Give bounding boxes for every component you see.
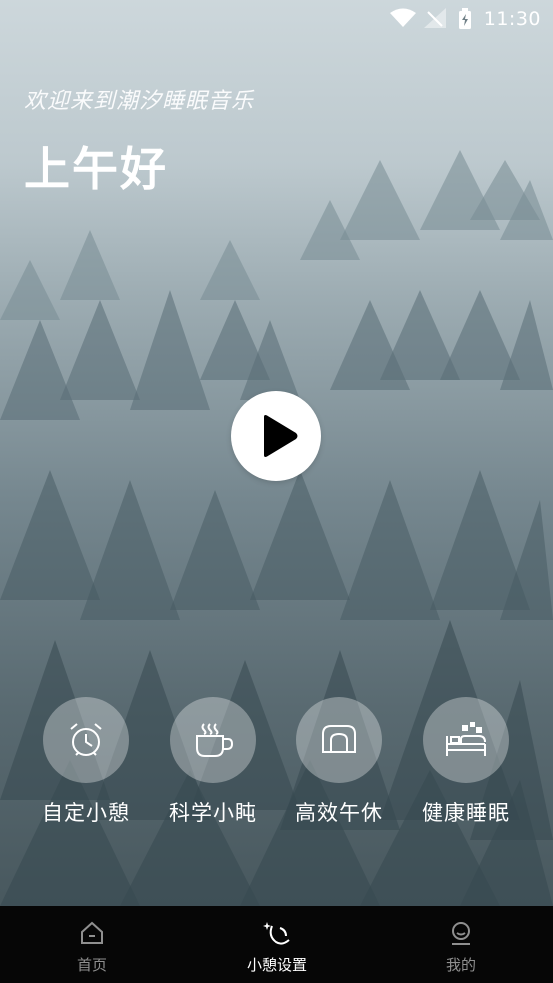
wifi-icon bbox=[390, 8, 416, 32]
feature-label: 科学小盹 bbox=[169, 801, 257, 825]
tab-profile[interactable]: 我的 bbox=[391, 906, 531, 983]
status-time: 11:30 bbox=[483, 8, 541, 30]
profile-icon bbox=[452, 922, 470, 945]
feature-label: 自定小憩 bbox=[42, 801, 130, 825]
no-signal-icon bbox=[424, 8, 446, 32]
tab-home[interactable]: 首页 bbox=[22, 906, 162, 983]
tab-label: 小憩设置 bbox=[246, 956, 307, 974]
feature-efficient-lunch-break[interactable]: 高效午休 bbox=[284, 697, 394, 827]
play-button[interactable] bbox=[231, 391, 321, 481]
feature-healthy-sleep[interactable]: 健康睡眠 bbox=[411, 697, 521, 827]
app-screen: 11:30 欢迎来到潮汐睡眠音乐 上午好 自定小憩 科学小盹 高效午休 健康睡眠 bbox=[0, 0, 553, 983]
feature-label: 高效午休 bbox=[295, 801, 383, 825]
play-icon bbox=[264, 415, 298, 457]
arch-icon bbox=[322, 725, 356, 753]
alarm-clock-icon bbox=[70, 723, 102, 756]
tab-label: 我的 bbox=[445, 956, 476, 974]
welcome-text: 欢迎来到潮汐睡眠音乐 bbox=[24, 89, 255, 114]
feature-label: 健康睡眠 bbox=[422, 801, 510, 825]
status-bar: 11:30 bbox=[0, 0, 553, 38]
tab-label: 首页 bbox=[76, 956, 107, 974]
feature-custom-nap[interactable]: 自定小憩 bbox=[31, 697, 141, 827]
coffee-cup-icon bbox=[196, 723, 234, 757]
feature-science-nap[interactable]: 科学小盹 bbox=[158, 697, 268, 827]
feature-icon-circle bbox=[296, 697, 382, 783]
home-icon bbox=[81, 921, 103, 944]
feature-icon-circle bbox=[170, 697, 256, 783]
feature-icon-circle bbox=[43, 697, 129, 783]
feature-icon-circle bbox=[423, 697, 509, 783]
tab-nap-settings[interactable]: 小憩设置 bbox=[207, 906, 347, 983]
moon-star-icon bbox=[263, 922, 290, 945]
bed-icon bbox=[446, 722, 486, 756]
greeting-title: 上午好 bbox=[24, 142, 168, 196]
bottom-tab-bar: 首页 小憩设置 我的 bbox=[0, 906, 553, 983]
battery-charging-icon bbox=[458, 8, 472, 34]
